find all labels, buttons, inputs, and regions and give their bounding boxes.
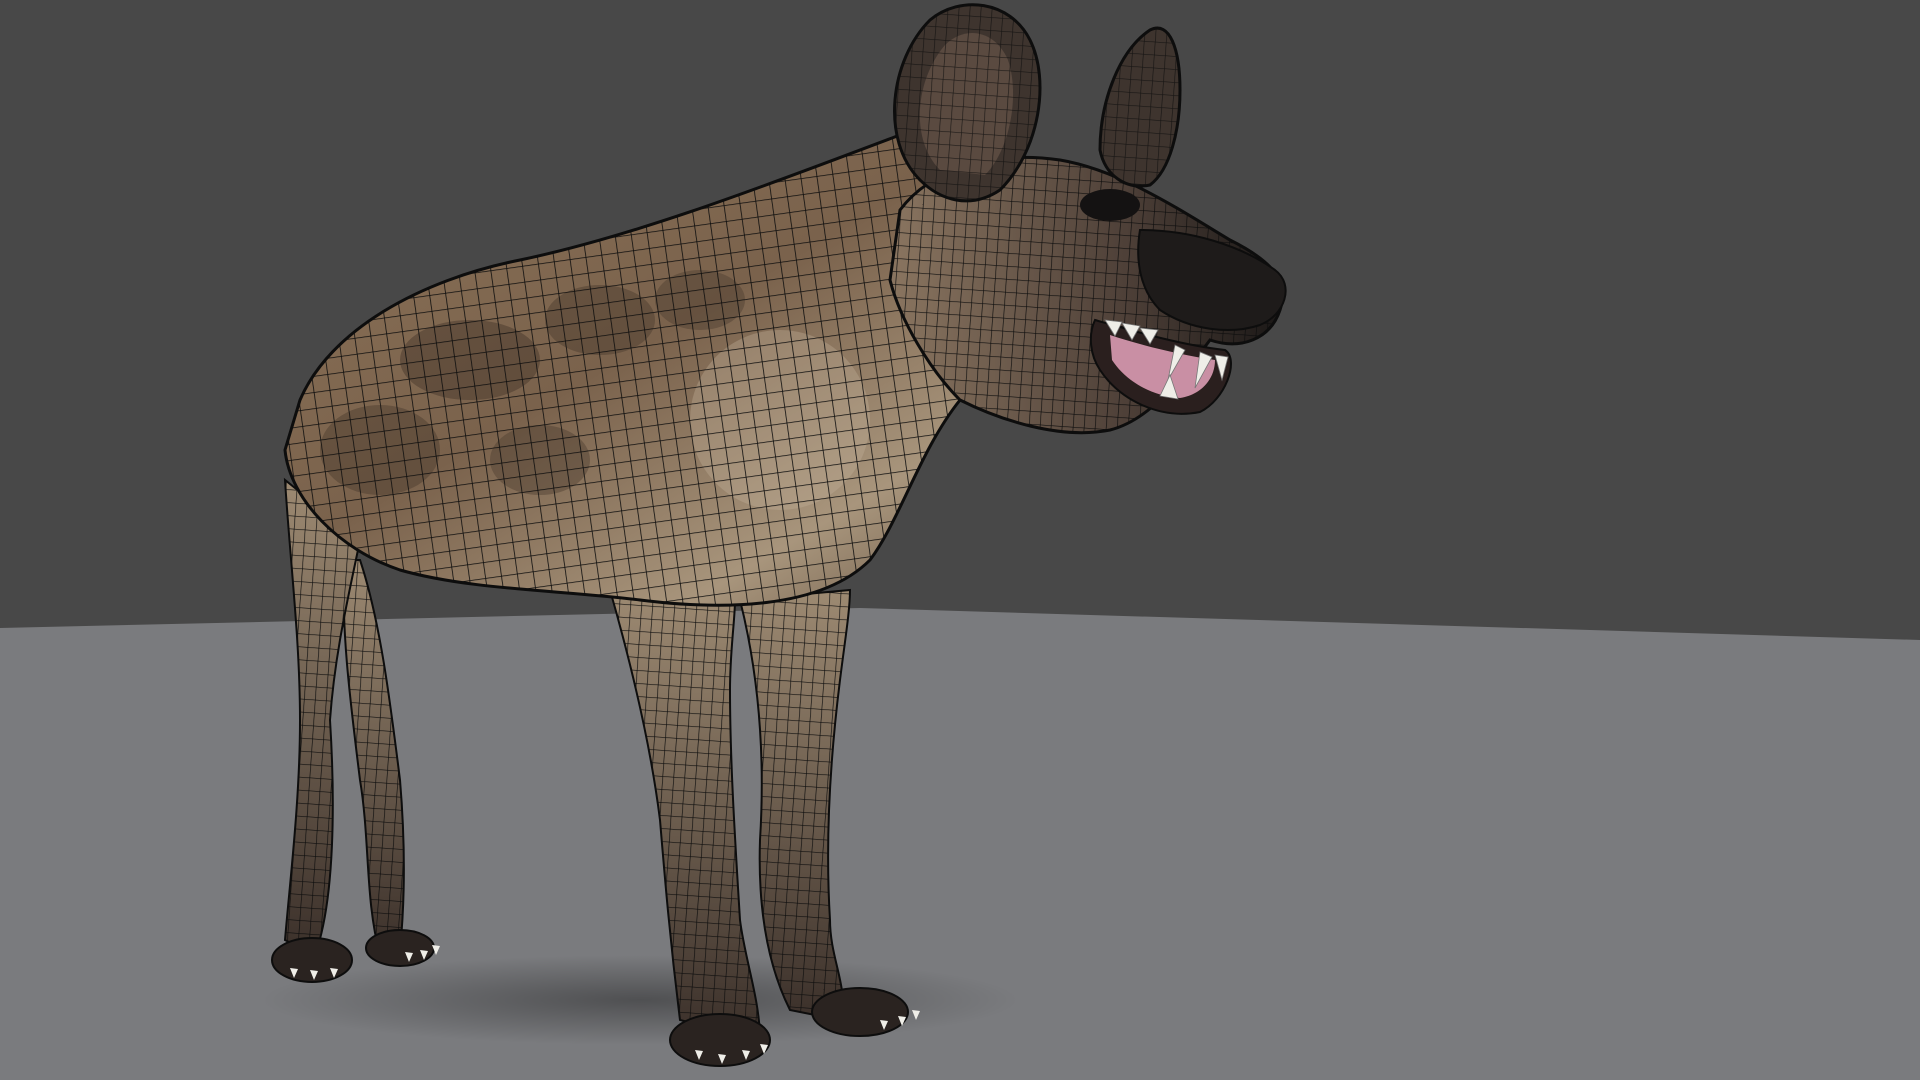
hyena-eye xyxy=(1080,189,1140,221)
ground-shadow xyxy=(260,955,1020,1045)
render-viewport xyxy=(0,0,1920,1080)
hind-paw-near xyxy=(271,937,353,983)
front-paw-near xyxy=(669,1013,771,1067)
